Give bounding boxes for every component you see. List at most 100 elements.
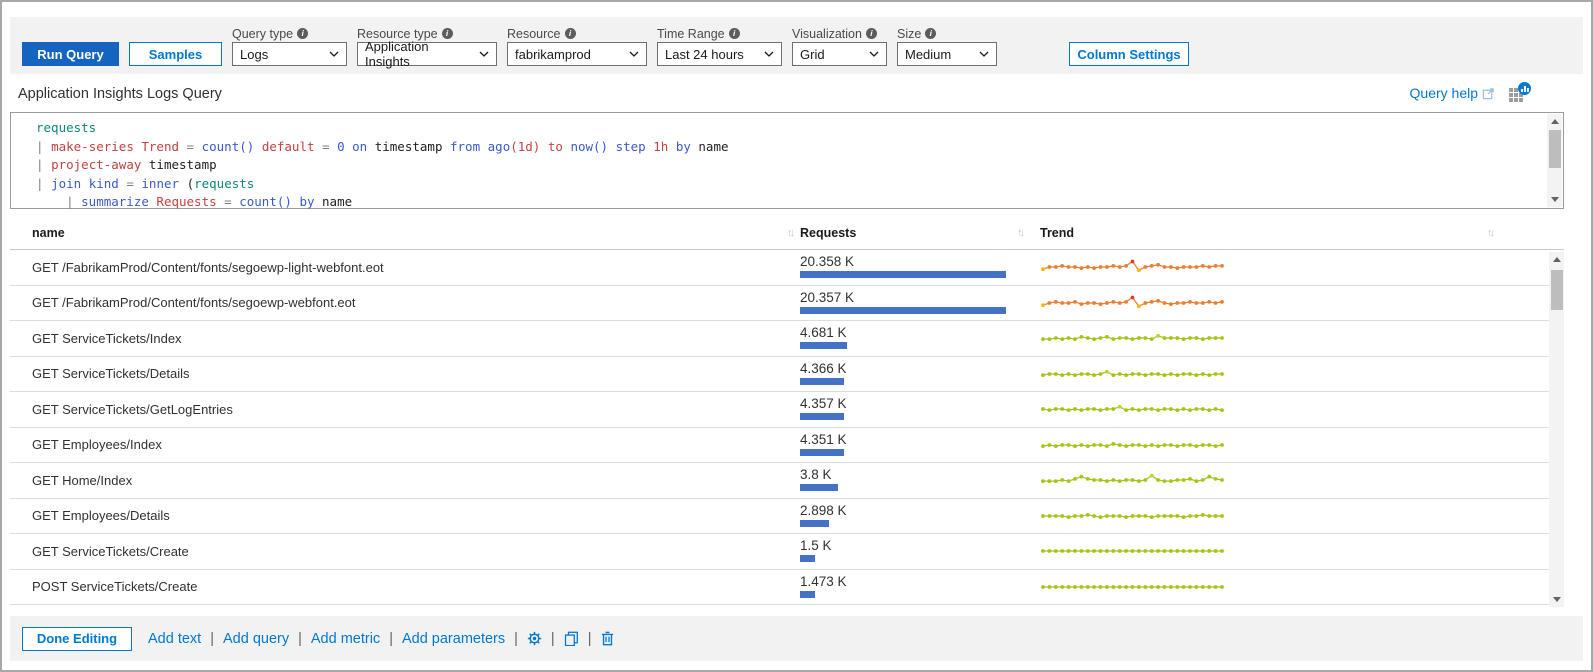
settings-gear-icon[interactable] <box>527 631 542 646</box>
dropdown-visualization[interactable]: Grid <box>792 42 887 66</box>
requests-bar <box>800 520 829 527</box>
label-text: Time Range <box>657 27 725 41</box>
table-row[interactable]: GET ServiceTickets/Index4.681 K <box>10 321 1564 357</box>
footer-link-add-parameters[interactable]: Add parameters <box>402 631 505 647</box>
query-help-link[interactable]: Query help <box>1410 85 1495 101</box>
requests-bar <box>800 449 844 456</box>
run-query-group: Run Query <box>22 25 119 66</box>
requests-cell: 2.898 K <box>800 499 1040 534</box>
info-icon[interactable]: i <box>297 28 308 39</box>
scroll-down-icon[interactable] <box>1551 197 1559 202</box>
control-group-time-range: Time Range i Last 24 hours <box>657 25 782 66</box>
requests-bar <box>800 271 1006 278</box>
clone-icon[interactable] <box>564 631 579 646</box>
dropdown-query-type[interactable]: Logs <box>232 42 347 66</box>
control-group-resource-type: Resource typeiApplication Insights <box>357 25 497 66</box>
column-settings-button[interactable]: Column Settings <box>1069 42 1189 66</box>
name-cell: GET /FabrikamProd/Content/fonts/segoewp-… <box>10 250 800 285</box>
control-group-size: SizeiMedium <box>897 25 997 66</box>
kql-code[interactable]: requests| make-series Trend = count() de… <box>36 119 1539 212</box>
table-row[interactable]: POST ServiceTickets/Create1.473 K <box>10 570 1564 606</box>
requests-cell: 20.358 K <box>800 250 1040 285</box>
control-group-visualization: VisualizationiGrid <box>792 25 887 66</box>
section-title: Application Insights Logs Query <box>18 86 222 102</box>
footer-link-add-query[interactable]: Add query <box>223 631 289 647</box>
footer-link-add-text[interactable]: Add text <box>148 631 201 647</box>
chevron-down-icon <box>869 51 879 57</box>
scrollbar-thumb[interactable] <box>1549 130 1561 168</box>
trend-cell <box>1040 321 1564 356</box>
scrollbar-thumb[interactable] <box>1551 270 1563 310</box>
column-label: name <box>32 226 65 240</box>
trend-cell <box>1040 428 1564 463</box>
table-row[interactable]: GET /FabrikamProd/Content/fonts/segoewp-… <box>10 286 1564 322</box>
requests-value: 4.357 K <box>800 396 1040 411</box>
table-row[interactable]: GET Employees/Details2.898 K <box>10 499 1564 535</box>
requests-bar <box>800 484 838 491</box>
dropdown-value: Last 24 hours <box>665 47 744 62</box>
requests-bar <box>800 378 844 385</box>
dropdown-resource[interactable]: fabrikamprod <box>507 42 647 66</box>
scroll-down-icon[interactable] <box>1553 597 1561 602</box>
trend-cell <box>1040 250 1564 285</box>
column-header-name[interactable]: name ↑↓ <box>10 226 800 240</box>
trend-sparkline <box>1040 330 1225 346</box>
requests-value: 4.351 K <box>800 432 1040 447</box>
info-icon[interactable]: i <box>442 28 453 39</box>
info-icon[interactable]: i <box>866 28 877 39</box>
code-line: requests <box>36 119 1539 138</box>
table-scrollbar[interactable] <box>1549 252 1564 607</box>
requests-cell: 4.366 K <box>800 357 1040 392</box>
code-line: | join kind = inner (requests <box>36 175 1539 194</box>
column-header-trend[interactable]: Trend ↑↓ <box>1040 226 1564 240</box>
editor-scrollbar[interactable] <box>1547 114 1562 207</box>
requests-cell: 4.681 K <box>800 321 1040 356</box>
run-query-button[interactable]: Run Query <box>22 42 119 66</box>
trend-cell <box>1040 463 1564 498</box>
requests-bar <box>800 342 847 349</box>
trend-sparkline <box>1040 579 1225 595</box>
name-cell: POST ServiceTickets/Create <box>10 570 800 605</box>
table-row[interactable]: GET /FabrikamProd/Content/fonts/segoewp-… <box>10 250 1564 286</box>
name-cell: GET Employees/Index <box>10 428 800 463</box>
label-text: Query type <box>232 27 293 41</box>
code-line: | summarize Requests = count() by name <box>36 193 1539 212</box>
trend-cell <box>1040 286 1564 321</box>
separator: | <box>588 631 592 647</box>
table-row[interactable]: GET ServiceTickets/GetLogEntries4.357 K <box>10 392 1564 428</box>
footer-link-add-metric[interactable]: Add metric <box>311 631 380 647</box>
info-icon[interactable]: i <box>729 28 740 39</box>
query-help-label: Query help <box>1410 85 1478 101</box>
info-icon[interactable]: i <box>565 28 576 39</box>
delete-trash-icon[interactable] <box>600 631 615 646</box>
sort-icon[interactable]: ↑↓ <box>1487 227 1492 239</box>
requests-value: 20.358 K <box>800 254 1040 269</box>
column-header-requests[interactable]: Requests ↑↓ <box>800 226 1040 240</box>
dropdown-time-range[interactable]: Last 24 hours <box>657 42 782 66</box>
workbook-query-step: Run Query Samples Query type i Logs Resourc… <box>0 0 1593 672</box>
table-row[interactable]: GET ServiceTickets/Create1.5 K <box>10 534 1564 570</box>
scroll-up-icon[interactable] <box>1551 119 1559 124</box>
control-group-resource: Resourceifabrikamprod <box>507 25 647 66</box>
dropdown-size[interactable]: Medium <box>897 42 997 66</box>
info-icon[interactable]: i <box>925 28 936 39</box>
query-toolbar: Run Query Samples Query type i Logs Resourc… <box>10 17 1583 74</box>
visualization-grid-icon[interactable] <box>1509 84 1531 102</box>
sort-icon[interactable]: ↑↓ <box>787 227 792 239</box>
dropdown-resource-type[interactable]: Application Insights <box>357 42 497 66</box>
scroll-up-icon[interactable] <box>1553 257 1561 262</box>
table-row[interactable]: GET Home/Index3.8 K <box>10 463 1564 499</box>
samples-button[interactable]: Samples <box>129 42 222 66</box>
table-row[interactable]: GET Employees/Index4.351 K <box>10 428 1564 464</box>
kql-query-editor[interactable]: requests| make-series Trend = count() de… <box>10 112 1564 209</box>
done-editing-button[interactable]: Done Editing <box>22 627 132 651</box>
table-row[interactable]: GET ServiceTickets/Details4.366 K <box>10 357 1564 393</box>
trend-sparkline <box>1040 437 1225 453</box>
dropdown-value: Application Insights <box>365 39 473 69</box>
trend-cell <box>1040 499 1564 534</box>
external-link-icon <box>1482 87 1495 100</box>
query-section-header: Application Insights Logs Query Query he… <box>10 80 1583 110</box>
sort-icon[interactable]: ↑↓ <box>1017 227 1022 239</box>
name-cell: GET Employees/Details <box>10 499 800 534</box>
name-cell: GET Home/Index <box>10 463 800 498</box>
